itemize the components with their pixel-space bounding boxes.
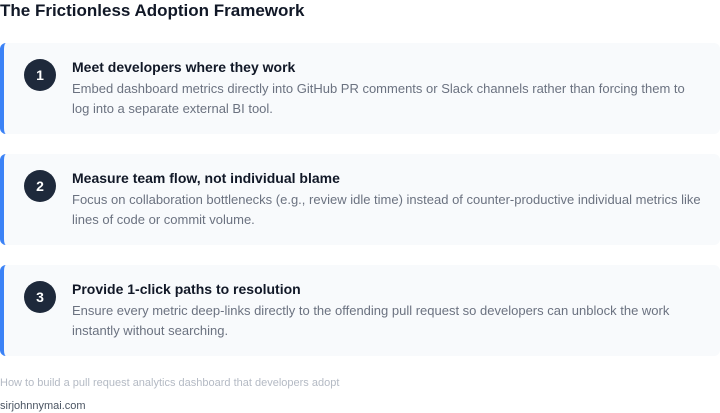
step-card-3: 3 Provide 1-click paths to resolution En… bbox=[0, 265, 720, 356]
step-title: Meet developers where they work bbox=[72, 59, 296, 75]
page-title: The Frictionless Adoption Framework bbox=[0, 1, 305, 20]
step-card-2: 2 Measure team flow, not individual blam… bbox=[0, 154, 720, 245]
step-description: Ensure every metric deep-links directly … bbox=[72, 303, 670, 338]
step-title: Measure team flow, not individual blame bbox=[72, 170, 340, 186]
step-number-badge: 2 bbox=[24, 170, 56, 202]
step-number-badge: 3 bbox=[24, 281, 56, 313]
step-card-1: 1 Meet developers where they work Embed … bbox=[0, 43, 720, 134]
step-description: Embed dashboard metrics directly into Gi… bbox=[72, 81, 685, 116]
footer-site-link[interactable]: sirjohnnymai.com bbox=[0, 400, 86, 413]
step-number-badge: 1 bbox=[24, 59, 56, 91]
step-title: Provide 1-click paths to resolution bbox=[72, 281, 301, 297]
footer-description: How to build a pull request analytics da… bbox=[0, 377, 340, 389]
step-description: Focus on collaboration bottlenecks (e.g.… bbox=[72, 192, 701, 227]
